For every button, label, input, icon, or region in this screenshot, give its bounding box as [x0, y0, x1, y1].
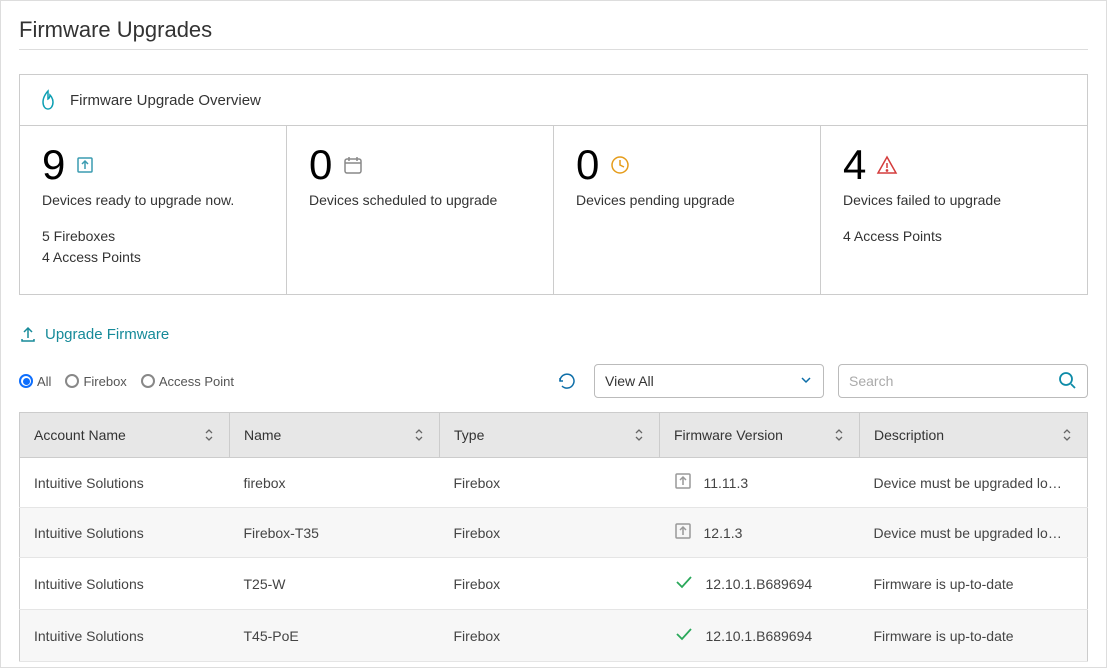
card-label: Devices failed to upgrade — [843, 192, 1065, 208]
radio-circle-icon — [141, 374, 155, 388]
upgrade-firmware-link[interactable]: Upgrade Firmware — [19, 325, 169, 343]
overview-card-2: 0 Devices pending upgrade — [554, 126, 821, 294]
check-icon — [674, 572, 694, 595]
column-header-firmware version[interactable]: Firmware Version — [660, 413, 860, 458]
firmware-version-text: 12.1.3 — [704, 525, 743, 541]
sort-icon — [413, 427, 425, 443]
column-header-account name[interactable]: Account Name — [20, 413, 230, 458]
calendar-icon — [342, 154, 364, 176]
firmware-version-text: 12.10.1.B689694 — [706, 576, 813, 592]
clock-icon — [609, 154, 631, 176]
sort-icon — [633, 427, 645, 443]
search-icon — [1057, 370, 1077, 393]
radio-label: Firebox — [83, 374, 126, 389]
cell-type: Firebox — [440, 508, 660, 558]
table-row[interactable]: Intuitive SolutionsT25-WFirebox 12.10.1.B… — [20, 558, 1088, 610]
cell-name: T25-W — [230, 558, 440, 610]
column-label: Firmware Version — [674, 427, 783, 443]
cell-name: firebox — [230, 458, 440, 508]
column-header-name[interactable]: Name — [230, 413, 440, 458]
radio-circle-icon — [65, 374, 79, 388]
card-number: 0 — [309, 144, 332, 186]
card-number: 0 — [576, 144, 599, 186]
cell-type: Firebox — [440, 610, 660, 662]
column-header-description[interactable]: Description — [860, 413, 1088, 458]
column-label: Type — [454, 427, 484, 443]
upload-icon — [674, 522, 692, 543]
radio-all[interactable]: All — [19, 374, 51, 389]
overview-card-0: 9 Devices ready to upgrade now. 5 Fireboxe… — [20, 126, 287, 294]
card-label: Devices ready to upgrade now. — [42, 192, 264, 208]
search-input[interactable]: Search — [838, 364, 1088, 398]
overview-card-3: 4 Devices failed to upgrade 4 Access Point… — [821, 126, 1087, 294]
table-row[interactable]: Intuitive SolutionsT45-PoEFirebox 12.10.1… — [20, 610, 1088, 662]
overview-card-1: 0 Devices scheduled to upgrade — [287, 126, 554, 294]
cell-name: T45-PoE — [230, 610, 440, 662]
cell-firmware: 12.1.3 — [660, 508, 860, 558]
sort-icon — [833, 427, 845, 443]
cell-description: Firmware is up-to-date — [860, 558, 1088, 610]
radio-access point[interactable]: Access Point — [141, 374, 234, 389]
overview-header: Firmware Upgrade Overview — [20, 75, 1087, 126]
page-title: Firmware Upgrades — [19, 17, 1088, 43]
card-detail-line: 4 Access Points — [843, 226, 1065, 247]
cell-account: Intuitive Solutions — [20, 558, 230, 610]
cell-firmware: 12.10.1.B689694 — [660, 558, 860, 610]
cell-name: Firebox-T35 — [230, 508, 440, 558]
card-details: 5 Fireboxes4 Access Points — [42, 226, 264, 268]
card-label: Devices pending upgrade — [576, 192, 798, 208]
cell-description: Firmware is up-to-date — [860, 610, 1088, 662]
cell-description: Device must be upgraded loc... — [860, 508, 1088, 558]
devices-table: Account Name Name Type Firmware Version Desc… — [19, 412, 1088, 662]
firmware-version-text: 11.11.3 — [704, 475, 749, 491]
cell-account: Intuitive Solutions — [20, 508, 230, 558]
search-placeholder: Search — [849, 373, 893, 389]
title-divider — [19, 49, 1088, 50]
radio-label: All — [37, 374, 51, 389]
refresh-icon[interactable] — [556, 370, 578, 392]
cell-firmware: 11.11.3 — [660, 458, 860, 508]
firmware-version-text: 12.10.1.B689694 — [706, 628, 813, 644]
upgrade-firmware-label: Upgrade Firmware — [45, 326, 169, 343]
cell-account: Intuitive Solutions — [20, 458, 230, 508]
column-header-type[interactable]: Type — [440, 413, 660, 458]
cell-account: Intuitive Solutions — [20, 610, 230, 662]
upload-icon — [19, 325, 37, 343]
table-row[interactable]: Intuitive SolutionsFirebox-T35Firebox 12.… — [20, 508, 1088, 558]
card-number: 9 — [42, 144, 65, 186]
overview-header-label: Firmware Upgrade Overview — [70, 92, 261, 109]
column-label: Description — [874, 427, 944, 443]
check-icon — [674, 624, 694, 647]
overview-panel: Firmware Upgrade Overview 9 Devices ready… — [19, 74, 1088, 295]
filter-radios: All Firebox Access Point — [19, 374, 542, 389]
chevron-down-icon — [799, 373, 813, 390]
dropdown-value: View All — [605, 373, 654, 389]
sort-icon — [203, 427, 215, 443]
card-detail-line: 4 Access Points — [42, 247, 264, 268]
cell-type: Firebox — [440, 558, 660, 610]
card-details: 4 Access Points — [843, 226, 1065, 247]
flame-icon — [38, 89, 58, 111]
card-detail-line: 5 Fireboxes — [42, 226, 264, 247]
column-label: Account Name — [34, 427, 126, 443]
sort-icon — [1061, 427, 1073, 443]
card-number: 4 — [843, 144, 866, 186]
view-filter-dropdown[interactable]: View All — [594, 364, 824, 398]
upload-icon — [75, 155, 95, 175]
radio-firebox[interactable]: Firebox — [65, 374, 126, 389]
upload-icon — [674, 472, 692, 493]
cell-description: Device must be upgraded loc... — [860, 458, 1088, 508]
column-label: Name — [244, 427, 281, 443]
cell-type: Firebox — [440, 458, 660, 508]
warning-icon — [876, 154, 898, 176]
card-label: Devices scheduled to upgrade — [309, 192, 531, 208]
radio-circle-icon — [19, 374, 33, 388]
radio-label: Access Point — [159, 374, 234, 389]
table-row[interactable]: Intuitive SolutionsfireboxFirebox 11.11.3… — [20, 458, 1088, 508]
cell-firmware: 12.10.1.B689694 — [660, 610, 860, 662]
